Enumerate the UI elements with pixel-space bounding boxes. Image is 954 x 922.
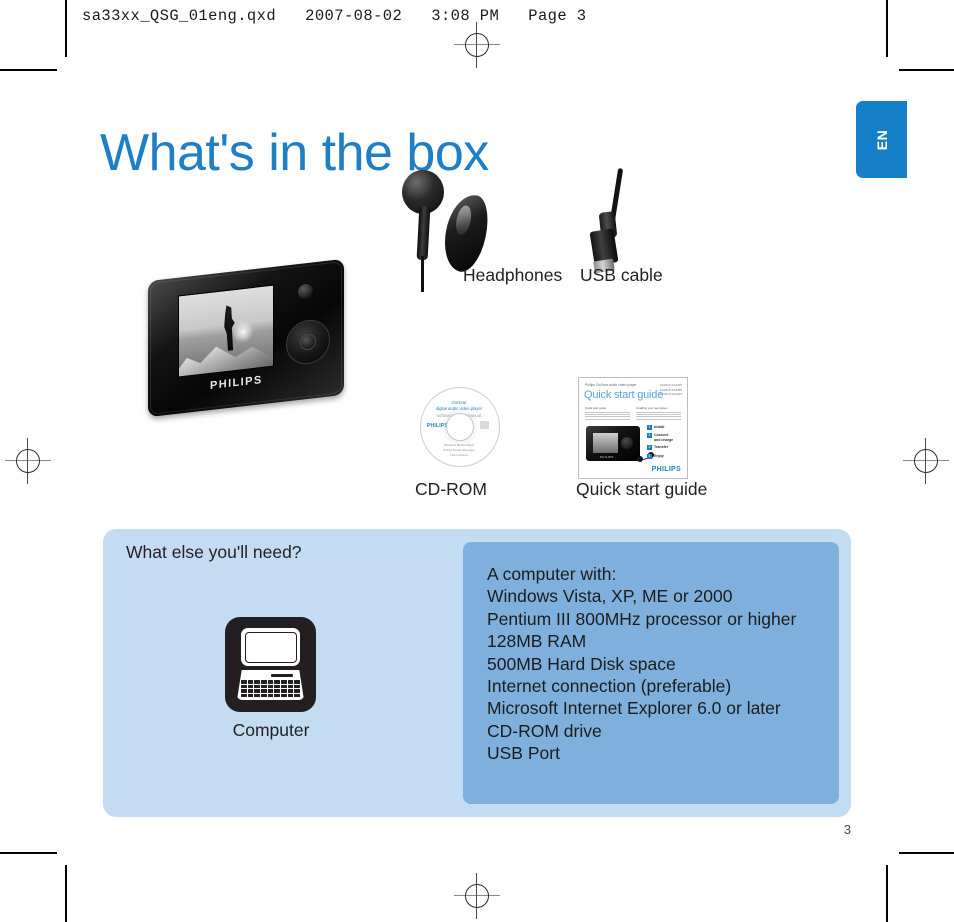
- qsg-step-3-label: Transfer: [654, 445, 669, 450]
- requirement-line: Internet connection (preferable): [487, 676, 732, 697]
- caption-headphones: Headphones: [463, 265, 563, 285]
- product-photo-player: PHILIPS: [148, 258, 346, 418]
- language-tab-label: EN: [873, 129, 890, 150]
- requirement-line: Windows Vista, XP, ME or 2000: [487, 586, 733, 607]
- page-canvas: sa33xx_QSG_01eng.qxd 2007-08-02 3:08 PM …: [0, 0, 954, 922]
- qsg-step-1-number: 1: [647, 425, 652, 430]
- product-photo-usb-cable: [572, 167, 642, 274]
- cd-footer-text: Windows Media Player Philips Device Mana…: [420, 443, 498, 458]
- computer-monitor-shape: [241, 628, 300, 666]
- caption-usb-cable: USB cable: [580, 265, 663, 285]
- headphone-stem-left: [416, 205, 431, 261]
- document-slug: sa33xx_QSG_01eng.qxd 2007-08-02 3:08 PM …: [82, 7, 587, 25]
- qsg-rule: [636, 416, 681, 418]
- qsg-rule: [636, 413, 681, 415]
- qsg-cover-page: Philips GoGear audio video player SA3315…: [578, 377, 688, 479]
- qsg-device-brand: PHILIPS: [600, 455, 614, 459]
- cd-brand-label: PHILIPS: [427, 423, 448, 429]
- language-tab-en: EN: [856, 101, 907, 178]
- product-photo-cd-rom: GoGear digital audio video player softwa…: [420, 387, 500, 467]
- computer-drive-slot: [271, 674, 293, 677]
- requirement-line: Microsoft Internet Explorer 6.0 or later: [487, 698, 781, 719]
- qsg-rule: [636, 411, 681, 413]
- qsg-column-right-heading: Installing your new player: [636, 406, 668, 410]
- qsg-brand-label: PHILIPS: [651, 466, 681, 473]
- cd-center-hub: [446, 413, 474, 441]
- computer-icon: [225, 617, 316, 712]
- requirement-line: Pentium III 800MHz processor or higher: [487, 608, 797, 629]
- qsg-rule: [585, 411, 630, 413]
- qsg-cover-title: Quick start guide: [584, 389, 664, 401]
- caption-quick-start-guide: Quick start guide: [576, 479, 708, 499]
- qsg-column-area: Quick start guide Installing your new pl…: [585, 406, 681, 421]
- page-number: 3: [843, 822, 851, 837]
- crop-mark-bottom-right-vertical: [886, 865, 888, 922]
- headphone-cord: [421, 256, 424, 292]
- qsg-step-2: 2 Connect and charge: [647, 433, 683, 442]
- caption-computer: Computer: [232, 720, 310, 740]
- qsg-device-thumbnail: PHILIPS: [586, 426, 640, 461]
- qsg-step-1: 1 Install: [647, 425, 683, 430]
- crop-mark-top-left-horizontal: [0, 69, 57, 71]
- requirements-heading: What else you'll need?: [126, 542, 302, 562]
- qsg-step-2-label: Connect and charge: [654, 433, 674, 442]
- qsg-eyebrow-text: Philips GoGear audio video player: [585, 383, 637, 387]
- qsg-step-3: 3 Transfer: [647, 445, 683, 451]
- registration-mark-top: [454, 22, 500, 68]
- requirement-line: CD-ROM drive: [487, 720, 602, 741]
- caption-cd-rom: CD-ROM: [415, 479, 487, 499]
- qsg-step-4-number: 4: [647, 453, 652, 459]
- computer-keyboard-keys: [241, 680, 300, 697]
- headphone-earbud-right: [438, 190, 494, 276]
- requirement-line: 500MB Hard Disk space: [487, 653, 676, 674]
- crop-mark-bottom-left-horizontal: [0, 852, 57, 854]
- cd-footer-line-3: User manual: [450, 453, 468, 458]
- crop-mark-top-right-vertical: [886, 0, 888, 57]
- product-photo-headphones: [398, 168, 508, 292]
- qsg-column-left-heading: Quick start guide: [585, 406, 606, 410]
- requirements-inner-panel: A computer with: Windows Vista, XP, ME o…: [463, 542, 839, 804]
- qsg-step-1-label: Install: [654, 425, 665, 429]
- requirements-panel: What else you'll need? A computer with: …: [103, 529, 851, 817]
- registration-mark-left: [5, 438, 51, 484]
- cd-badge-icon: [480, 421, 489, 429]
- registration-mark-bottom: [454, 873, 500, 919]
- product-photo-quick-start-guide: Philips GoGear audio video player SA3315…: [578, 377, 688, 479]
- qsg-column-left: Quick start guide: [585, 406, 630, 421]
- qsg-step-4-label: Enjoy: [654, 453, 664, 458]
- player-screen: [178, 284, 274, 378]
- screen-sun-flare: [231, 319, 254, 345]
- qsg-step-4: 4 Enjoy: [647, 453, 683, 459]
- requirement-line: A computer with:: [487, 564, 617, 584]
- crop-mark-top-left-vertical: [65, 0, 67, 57]
- qsg-rule: [636, 418, 681, 420]
- requirements-list: A computer with: Windows Vista, XP, ME o…: [487, 563, 796, 765]
- registration-mark-right: [903, 438, 949, 484]
- requirement-line: USB Port: [487, 743, 560, 764]
- crop-mark-top-right-horizontal: [899, 69, 954, 71]
- requirement-line: 128MB RAM: [487, 631, 587, 652]
- qsg-device-wheel: [621, 437, 633, 449]
- qsg-column-right: Installing your new player: [636, 406, 681, 421]
- qsg-step-3-number: 3: [647, 445, 652, 451]
- crop-mark-bottom-left-vertical: [65, 865, 67, 922]
- qsg-rule: [585, 416, 630, 418]
- crop-mark-bottom-right-horizontal: [899, 852, 954, 854]
- qsg-device-screen: [593, 433, 618, 453]
- qsg-model-numbers: SA3315 SA3325 SA3345 SA3385 SA3415 SA342…: [659, 383, 682, 396]
- qsg-rule: [585, 413, 630, 415]
- qsg-step-list: 1 Install 2 Connect and charge 3 Transfe…: [647, 425, 683, 462]
- qsg-step-2-number: 2: [647, 433, 652, 439]
- qsg-rule: [585, 418, 630, 420]
